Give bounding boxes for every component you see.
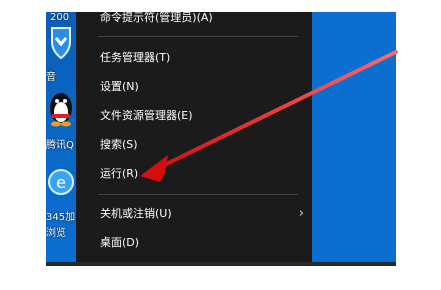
arrow-head (140, 155, 168, 182)
annotation-arrow (140, 50, 398, 182)
arrow-shaft (148, 50, 398, 174)
